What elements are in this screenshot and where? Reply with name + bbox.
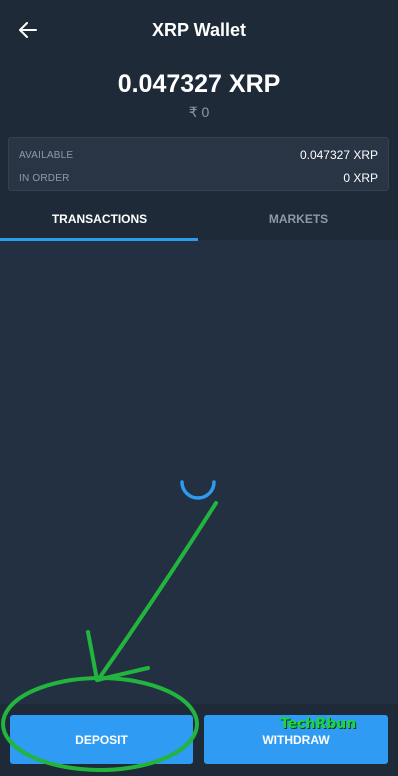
in-order-row: IN ORDER 0 XRP xyxy=(19,169,378,187)
in-order-label: IN ORDER xyxy=(19,172,70,184)
wallet-tabs: TRANSACTIONS MARKETS xyxy=(0,200,398,242)
available-value: 0.047327 XRP xyxy=(299,148,378,162)
wallet-screen: XRP Wallet 0.047327 XRP ₹ 0 AVAILABLE 0.… xyxy=(0,0,398,776)
active-tab-indicator xyxy=(0,238,198,241)
annotation-arrowhead xyxy=(86,630,150,682)
deposit-button[interactable]: DEPOSIT xyxy=(10,715,193,764)
available-label: AVAILABLE xyxy=(19,149,74,161)
tab-markets[interactable]: MARKETS xyxy=(199,200,398,242)
in-order-value: 0 XRP xyxy=(343,171,378,185)
loading-spinner-icon xyxy=(180,480,216,500)
wallet-balance: 0.047327 XRP xyxy=(117,70,281,98)
fiat-balance: ₹ 0 xyxy=(188,104,210,120)
balance-summary-card: AVAILABLE 0.047327 XRP IN ORDER 0 XRP xyxy=(8,137,389,191)
annotation-arrow-shaft xyxy=(96,501,218,682)
tab-transactions[interactable]: TRANSACTIONS xyxy=(0,200,199,242)
watermark-text: TechRbun xyxy=(280,716,357,732)
page-title: XRP Wallet xyxy=(151,20,247,40)
available-row: AVAILABLE 0.047327 XRP xyxy=(19,146,378,164)
action-bar: DEPOSIT WITHDRAW xyxy=(0,704,398,776)
